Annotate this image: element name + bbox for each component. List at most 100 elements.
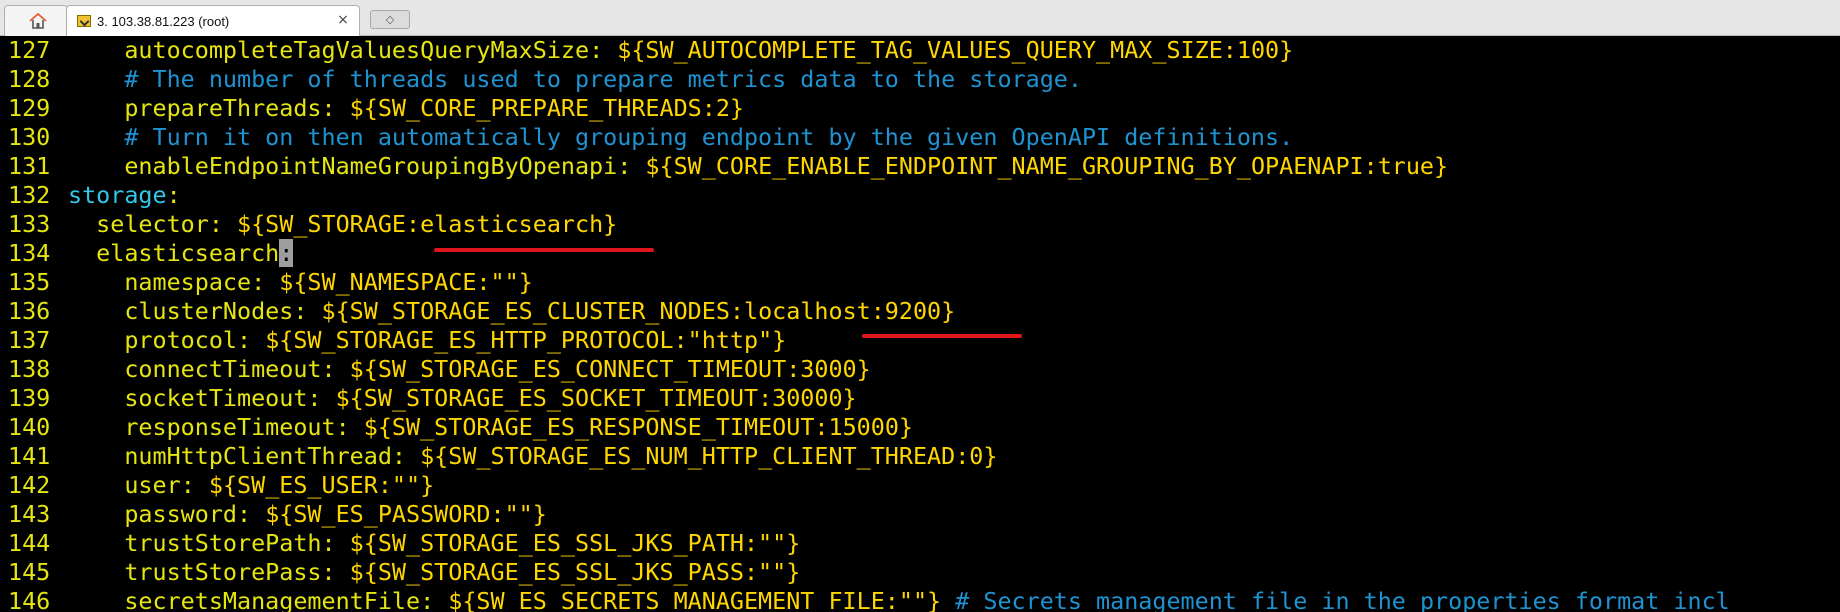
separator: : — [321, 558, 350, 586]
line-number: 137 — [8, 326, 51, 354]
code-line: 131 enableEndpointNameGroupingByOpenapi:… — [8, 152, 1448, 181]
config-key: prepareThreads — [124, 94, 322, 122]
line-number: 142 — [8, 471, 51, 499]
code-line: 136 clusterNodes: ${SW_STORAGE_ES_CLUSTE… — [8, 297, 955, 326]
config-value: ${SW_STORAGE_ES_HTTP_PROTOCOL:"http"} — [265, 326, 787, 354]
code-line: 127 autocompleteTagValuesQueryMaxSize: $… — [8, 36, 1293, 65]
separator: : — [166, 181, 181, 209]
line-number: 145 — [8, 558, 51, 586]
config-value: ${SW_STORAGE_ES_CONNECT_TIMEOUT:3000} — [349, 355, 871, 383]
config-value: ${SW_ES_PASSWORD:""} — [265, 500, 547, 528]
separator: : — [180, 471, 209, 499]
home-tab[interactable] — [4, 5, 68, 36]
separator: : — [589, 36, 618, 64]
tab-bar: 3. 103.38.81.223 (root) × ◇ — [0, 0, 1840, 36]
comment-text: # The number of threads used to prepare … — [124, 65, 1082, 93]
code-line: 138 connectTimeout: ${SW_STORAGE_ES_CONN… — [8, 355, 871, 384]
config-key: autocompleteTagValuesQueryMaxSize — [124, 36, 590, 64]
config-key: secretsManagementFile — [124, 587, 421, 612]
config-value: ${SW_ES_USER:""} — [208, 471, 435, 499]
separator: : — [321, 529, 350, 557]
code-line: 140 responseTimeout: ${SW_STORAGE_ES_RES… — [8, 413, 913, 442]
home-icon — [29, 13, 47, 29]
code-line: 143 password: ${SW_ES_PASSWORD:""} — [8, 500, 547, 529]
comment-text: # Turn it on then automatically grouping… — [124, 123, 1294, 151]
config-value: ${SW_STORAGE_ES_SSL_JKS_PASS:""} — [349, 558, 801, 586]
line-number: 136 — [8, 297, 51, 325]
line-number: 127 — [8, 36, 51, 64]
code-line: 134 elasticsearch: — [8, 239, 294, 268]
config-value: ${SW_ES_SECRETS_MANAGEMENT_FILE:""} — [448, 587, 942, 612]
section-key: storage — [68, 181, 167, 209]
separator: : — [208, 210, 238, 238]
separator: : — [420, 587, 449, 612]
line-number: 130 — [8, 123, 51, 151]
line-number: 139 — [8, 384, 51, 412]
separator: : — [307, 384, 336, 412]
line-number: 132 — [8, 181, 51, 209]
separator: : — [293, 297, 322, 325]
code-line: 142 user: ${SW_ES_USER:""} — [8, 471, 434, 500]
line-number: 140 — [8, 413, 51, 441]
separator: : — [617, 152, 646, 180]
tab-session[interactable]: 3. 103.38.81.223 (root) × — [66, 5, 360, 36]
code-line: 141 numHttpClientThread: ${SW_STORAGE_ES… — [8, 442, 997, 471]
config-key: socketTimeout — [124, 384, 308, 412]
close-icon[interactable]: × — [335, 12, 351, 28]
separator: : — [321, 355, 350, 383]
config-key: trustStorePath — [124, 529, 322, 557]
config-key: namespace — [124, 268, 252, 296]
line-number: 131 — [8, 152, 51, 180]
terminal-session-icon — [77, 15, 91, 27]
separator: : — [391, 442, 421, 470]
code-line: 135 namespace: ${SW_NAMESPACE:""} — [8, 268, 533, 297]
new-tab-button[interactable]: ◇ — [370, 10, 410, 29]
line-number: 143 — [8, 500, 51, 528]
code-line: 139 socketTimeout: ${SW_STORAGE_ES_SOCKE… — [8, 384, 857, 413]
line-number: 133 — [8, 210, 51, 238]
terminal-view[interactable]: 127 autocompleteTagValuesQueryMaxSize: $… — [0, 36, 1840, 612]
code-line: 144 trustStorePath: ${SW_STORAGE_ES_SSL_… — [8, 529, 800, 558]
config-value: ${SW_STORAGE_ES_RESPONSE_TIMEOUT:15000} — [363, 413, 913, 441]
config-key: password — [124, 500, 238, 528]
line-number: 141 — [8, 442, 51, 470]
separator: : — [335, 413, 364, 441]
separator: : — [321, 94, 350, 122]
trailing-comment: # Secrets management file in the propert… — [941, 587, 1730, 612]
line-number: 128 — [8, 65, 51, 93]
line-number: 144 — [8, 529, 51, 557]
text-cursor: : — [279, 239, 294, 267]
code-line: 137 protocol: ${SW_STORAGE_ES_HTTP_PROTO… — [8, 326, 786, 355]
config-key: protocol — [124, 326, 238, 354]
code-line: 133 selector: ${SW_STORAGE:elasticsearch… — [8, 210, 617, 239]
line-number: 129 — [8, 94, 51, 122]
underline-cluster-nodes — [862, 334, 1022, 338]
line-number: 134 — [8, 239, 51, 267]
code-line: 132 storage: — [8, 181, 181, 210]
config-value: ${SW_CORE_ENABLE_ENDPOINT_NAME_GROUPING_… — [645, 152, 1449, 180]
config-value: ${SW_AUTOCOMPLETE_TAG_VALUES_QUERY_MAX_S… — [617, 36, 1294, 64]
code-line: 130 # Turn it on then automatically grou… — [8, 123, 1293, 152]
line-number: 135 — [8, 268, 51, 296]
underline-selector-value — [434, 248, 654, 252]
line-number: 138 — [8, 355, 51, 383]
config-value: ${SW_CORE_PREPARE_THREADS:2} — [349, 94, 744, 122]
line-number: 146 — [8, 587, 51, 612]
